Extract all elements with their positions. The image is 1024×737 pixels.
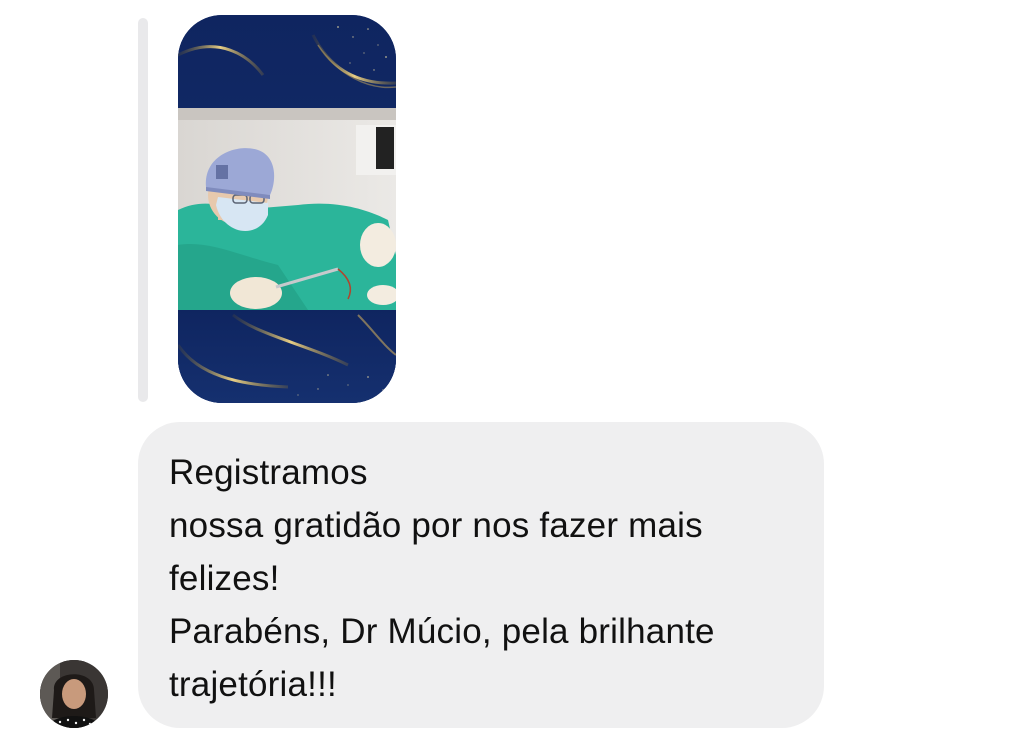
story-image-icon [178,15,396,403]
reply-quote-indicator [138,18,148,402]
message-line-3: Parabéns, Dr Múcio, pela brilhante traje… [169,612,715,704]
message-line-2: nossa gratidão por nos fazer mais felize… [169,506,703,598]
message-line-1: Registramos [169,453,368,492]
chat-thread: Registramos nossa gratidão por nos fazer… [0,0,1024,737]
avatar-photo-icon [40,660,108,728]
sender-avatar[interactable] [40,660,108,728]
message-bubble[interactable]: Registramos nossa gratidão por nos fazer… [138,422,824,728]
replied-story-image[interactable] [178,15,396,403]
